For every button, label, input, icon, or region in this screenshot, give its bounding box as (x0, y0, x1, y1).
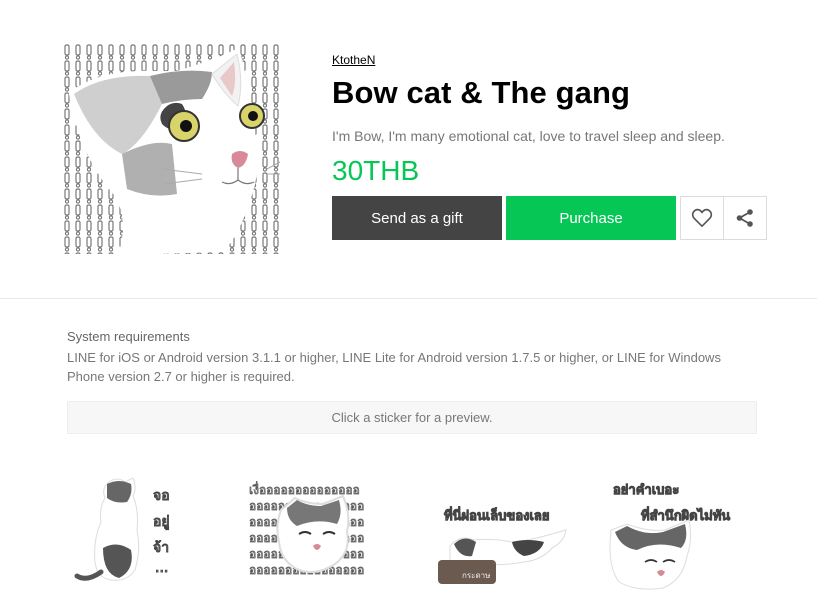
sticker-caption-line: อย่าคำเบอะ (613, 482, 679, 498)
product-header: KtotheN Bow cat & The gang I'm Bow, I'm … (0, 0, 817, 298)
sticker-caption-line: จอ (153, 488, 170, 504)
sticker-caption-line: จ้า (153, 540, 169, 556)
sticker-item[interactable]: ที่นี่ผ่อนเล็บของเลย กระดาษ (432, 470, 582, 600)
send-gift-button[interactable]: Send as a gift (332, 196, 502, 240)
requirements-text: LINE for iOS or Android version 3.1.1 or… (67, 350, 721, 384)
sticker-item[interactable]: อย่าคำเบอะ ที่สำนึกผิดไม่ทัน (607, 470, 757, 600)
share-icon (736, 209, 753, 227)
sticker-caption-line: เงื่ออออออออออออออ (249, 481, 360, 497)
preview-hint: Click a sticker for a preview. (67, 401, 757, 434)
section-divider (0, 298, 817, 299)
sticker-caption-line: อยู่ (153, 514, 170, 530)
sticker-caption-line: ที่นี่ผ่อนเล็บของเลย (444, 506, 550, 524)
product-title: Bow cat & The gang (332, 75, 631, 110)
purchase-button[interactable]: Purchase (506, 196, 676, 240)
system-requirements: System requirements LINE for iOS or Andr… (67, 328, 757, 386)
share-button[interactable] (723, 196, 767, 240)
sticker-item[interactable]: จอ อยู่ จ้า ... (67, 470, 217, 600)
svg-text:กระดาษ: กระดาษ (462, 571, 490, 580)
sticker-grid: จอ อยู่ จ้า ... เงื่ออออออออออออออ อออออ… (67, 470, 767, 614)
action-bar: Send as a gift Purchase (332, 196, 767, 240)
requirements-title: System requirements (67, 329, 190, 344)
product-description: I'm Bow, I'm many emotional cat, love to… (332, 128, 725, 144)
favorite-button[interactable] (680, 196, 724, 240)
product-price: 30THB (332, 155, 420, 186)
product-info: KtotheN Bow cat & The gang I'm Bow, I'm … (332, 51, 772, 188)
sticker-main-image (62, 44, 282, 254)
sticker-item[interactable]: เงื่ออออออออออออออ ออออออออออออออออ ออออ… (247, 470, 397, 600)
heart-outline-icon (691, 208, 713, 227)
author-link[interactable]: KtotheN (332, 52, 375, 68)
sticker-caption-line: ... (155, 560, 168, 576)
